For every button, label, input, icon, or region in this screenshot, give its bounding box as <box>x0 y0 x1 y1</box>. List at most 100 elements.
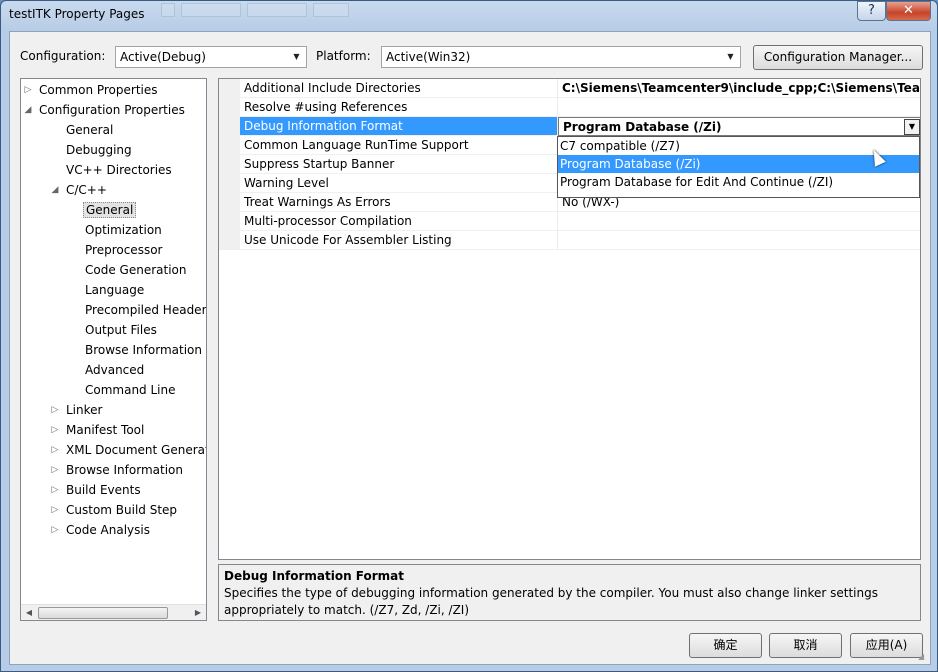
grid-row-multiprocessor-compilation[interactable]: Multi-processor Compilation <box>219 212 920 231</box>
apply-button[interactable]: 应用(A) <box>850 633 923 658</box>
tree-item-code-analysis[interactable]: ▷ Code Analysis <box>50 521 150 539</box>
debug-format-select[interactable]: Program Database (/Zi) ▼ <box>558 117 920 136</box>
chevron-down-icon: ▼ <box>293 52 300 61</box>
scroll-right-icon[interactable]: ▶ <box>190 605 206 620</box>
property-pages-window: testITK Property Pages ? ✕ Configuration… <box>0 0 938 672</box>
property-tree[interactable]: ▷ Common Properties ◢ Configuration Prop… <box>20 78 207 621</box>
tree-item-cpp-browse-information[interactable]: Browse Information <box>85 341 202 359</box>
tree-item-code-generation[interactable]: Code Generation <box>85 261 186 279</box>
tree-item-label: General <box>66 123 114 137</box>
tree-item-c-cpp[interactable]: ◢ C/C++ <box>50 181 107 199</box>
expand-arrow-icon[interactable]: ▷ <box>50 521 60 539</box>
close-button[interactable]: ✕ <box>886 1 931 21</box>
tree-item-label: VC++ Directories <box>66 163 172 177</box>
configuration-label: Configuration: <box>20 49 106 63</box>
tree-item-label: C/C++ <box>66 183 107 197</box>
configuration-combo[interactable]: Active(Debug) ▼ <box>115 46 307 68</box>
tree-item-label: Browse Information <box>66 463 183 477</box>
tree-item-label: Common Properties <box>39 83 158 97</box>
help-button[interactable]: ? <box>857 1 886 21</box>
dropdown-option[interactable]: C7 compatible (/Z7) <box>558 137 919 155</box>
expand-arrow-icon[interactable]: ▷ <box>50 401 60 419</box>
tree-item-precompiled-headers[interactable]: Precompiled Headers <box>85 301 207 319</box>
property-value[interactable] <box>558 231 920 250</box>
cancel-button[interactable]: 取消 <box>769 633 842 658</box>
expand-arrow-icon[interactable]: ▷ <box>50 461 60 479</box>
tree-item-configuration-properties[interactable]: ◢ Configuration Properties <box>23 101 185 119</box>
tree-item-custom-build-step[interactable]: ▷ Custom Build Step <box>50 501 178 519</box>
row-gutter <box>219 136 240 155</box>
chevron-down-icon[interactable]: ▼ <box>904 119 920 135</box>
configuration-manager-button[interactable]: Configuration Manager... <box>753 45 923 70</box>
description-panel: Debug Information Format Specifies the t… <box>218 564 921 621</box>
property-name: Additional Include Directories <box>240 79 558 98</box>
tree-item-output-files[interactable]: Output Files <box>85 321 157 339</box>
grid-row-unicode-assembler-listing[interactable]: Use Unicode For Assembler Listing <box>219 231 920 250</box>
property-value[interactable]: C:\Siemens\Teamcenter9\include_cpp;C:\Si… <box>558 79 920 98</box>
debug-format-dropdown-list[interactable]: C7 compatible (/Z7) Program Database (/Z… <box>557 136 920 198</box>
expand-arrow-icon[interactable]: ▷ <box>23 81 33 99</box>
tree-item-language[interactable]: Language <box>85 281 144 299</box>
expand-arrow-icon[interactable]: ▷ <box>50 501 60 519</box>
tree-item-preprocessor[interactable]: Preprocessor <box>85 241 162 259</box>
tree-item-optimization[interactable]: Optimization <box>85 221 162 239</box>
tree-item-label: Browse Information <box>85 343 202 357</box>
expand-arrow-icon[interactable]: ▷ <box>50 441 60 459</box>
tree-item-advanced[interactable]: Advanced <box>85 361 144 379</box>
property-value[interactable] <box>558 98 920 117</box>
tree-item-general[interactable]: General <box>66 121 113 139</box>
chevron-down-icon: ▼ <box>727 52 734 61</box>
property-name: Common Language RunTime Support <box>240 136 558 155</box>
configuration-toolbar: Configuration: Active(Debug) ▼ Platform:… <box>10 32 930 78</box>
row-gutter <box>219 193 240 212</box>
row-gutter <box>219 79 240 98</box>
grid-row-additional-include-directories[interactable]: Additional Include Directories C:\Siemen… <box>219 79 920 98</box>
platform-combo-value: Active(Win32) <box>386 50 471 64</box>
title-bar[interactable]: testITK Property Pages ? ✕ <box>1 1 937 31</box>
description-line: Specifies the type of debugging informat… <box>224 586 878 600</box>
dropdown-option-highlighted[interactable]: Program Database (/Zi) <box>558 155 919 173</box>
tree-item-build-events[interactable]: ▷ Build Events <box>50 481 141 499</box>
tree-item-label: Code Generation <box>85 263 187 277</box>
tree-item-label: Build Events <box>66 483 141 497</box>
dropdown-option[interactable]: Program Database for Edit And Continue (… <box>558 173 919 191</box>
tree-item-label: General <box>83 202 137 218</box>
dialog-client-area: Configuration: Active(Debug) ▼ Platform:… <box>9 31 931 665</box>
resize-grip-icon[interactable]: ◢ <box>918 652 928 662</box>
tree-item-browse-information[interactable]: ▷ Browse Information <box>50 461 183 479</box>
row-gutter <box>219 174 240 193</box>
tree-horizontal-scrollbar[interactable]: ◀ ▶ <box>21 604 206 620</box>
grid-row-debug-information-format[interactable]: Debug Information Format Program Databas… <box>219 117 920 136</box>
description-line: appropriately to match. (/Z7, Zd, /Zi, /… <box>224 603 470 617</box>
collapse-arrow-icon[interactable]: ◢ <box>23 101 33 119</box>
row-gutter <box>219 98 240 117</box>
scroll-left-icon[interactable]: ◀ <box>21 605 37 620</box>
configuration-combo-value: Active(Debug) <box>120 50 206 64</box>
tree-item-label: Custom Build Step <box>66 503 178 517</box>
description-title: Debug Information Format <box>224 569 405 583</box>
scroll-thumb[interactable] <box>38 607 168 619</box>
expand-arrow-icon[interactable]: ▷ <box>50 481 60 499</box>
background-toolbar-ghost <box>161 3 355 19</box>
debug-format-value: Program Database (/Zi) <box>563 120 722 134</box>
tree-item-label: Linker <box>66 403 103 417</box>
tree-item-label: Language <box>85 283 145 297</box>
window-title: testITK Property Pages <box>9 7 145 21</box>
expand-arrow-icon[interactable]: ▷ <box>50 421 60 439</box>
property-name: Treat Warnings As Errors <box>240 193 558 212</box>
tree-item-manifest-tool[interactable]: ▷ Manifest Tool <box>50 421 145 439</box>
tree-item-xml-document-generator[interactable]: ▷ XML Document Generator <box>50 441 206 459</box>
property-value[interactable] <box>558 212 920 231</box>
tree-item-vc-directories[interactable]: VC++ Directories <box>66 161 172 179</box>
tree-item-debugging[interactable]: Debugging <box>66 141 132 159</box>
platform-combo[interactable]: Active(Win32) ▼ <box>381 46 741 68</box>
grid-row-resolve-using-references[interactable]: Resolve #using References <box>219 98 920 117</box>
tree-item-cpp-general[interactable]: General <box>83 201 137 219</box>
tree-item-common-properties[interactable]: ▷ Common Properties <box>23 81 158 99</box>
tree-item-linker[interactable]: ▷ Linker <box>50 401 103 419</box>
collapse-arrow-icon[interactable]: ◢ <box>50 181 60 199</box>
tree-item-label: Precompiled Headers <box>85 303 207 317</box>
ok-button[interactable]: 确定 <box>689 633 762 658</box>
tree-item-label: Manifest Tool <box>66 423 145 437</box>
tree-item-command-line[interactable]: Command Line <box>85 381 176 399</box>
